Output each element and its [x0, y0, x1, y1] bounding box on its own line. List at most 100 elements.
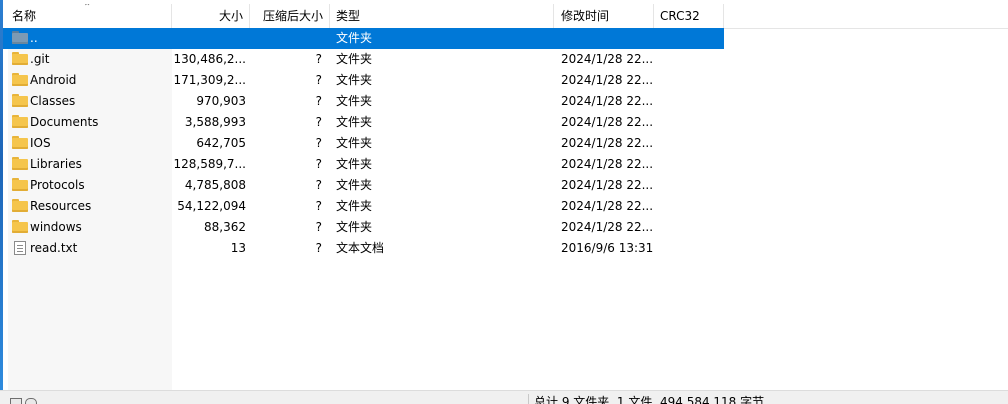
row-type: 文本文档: [336, 241, 385, 255]
row-name: Android: [30, 73, 77, 87]
column-packed-header[interactable]: 压缩后大小: [250, 4, 330, 28]
table-row[interactable]: Documents 3,588,993 ? 文件夹 2024/1/28 22..…: [3, 112, 724, 133]
row-modified: 2024/1/28 22...: [561, 220, 654, 234]
row-name: ..: [30, 31, 38, 45]
row-size: 13: [230, 241, 246, 255]
column-crc-header[interactable]: CRC32: [654, 4, 724, 28]
row-size: 171,309,2...: [173, 73, 246, 87]
row-name: .git: [30, 52, 50, 66]
table-row-parent[interactable]: .. 文件夹: [3, 28, 724, 49]
status-divider: [528, 394, 529, 404]
row-packed: ?: [315, 94, 322, 108]
row-name-cell: read.txt: [8, 238, 172, 259]
row-name-cell: Resources: [8, 196, 172, 217]
row-size: 970,903: [196, 94, 246, 108]
row-name: Libraries: [30, 157, 82, 171]
folder-icon: [12, 220, 28, 233]
column-type-header[interactable]: 类型: [330, 4, 554, 28]
row-packed: ?: [315, 241, 322, 255]
row-crc: [654, 49, 724, 70]
row-name: windows: [30, 220, 82, 234]
row-modified: 2024/1/28 22...: [561, 178, 654, 192]
row-name-cell: Libraries: [8, 154, 172, 175]
row-name: IOS: [30, 136, 51, 150]
status-lock-icon: [25, 398, 37, 404]
row-size: 54,122,094: [177, 199, 246, 213]
row-crc: [654, 91, 724, 112]
row-packed: ?: [315, 73, 322, 87]
row-size: 3,588,993: [184, 115, 246, 129]
column-header: 名称 ⌃ 大小 压缩后大小 类型 修改时间 CRC32: [3, 4, 1008, 29]
status-disk-icon: [10, 398, 22, 404]
table-row[interactable]: windows 88,362 ? 文件夹 2024/1/28 22...: [3, 217, 724, 238]
row-type: 文件夹: [336, 31, 373, 45]
file-list[interactable]: 名称 ⌃ 大小 压缩后大小 类型 修改时间 CRC32 .. 文件夹 .git …: [3, 4, 1008, 390]
sort-ascending-icon: ⌃: [83, 4, 92, 13]
table-row[interactable]: Android 171,309,2... ? 文件夹 2024/1/28 22.…: [3, 70, 724, 91]
column-packed-label: 压缩后大小: [262, 9, 323, 23]
row-modified: 2024/1/28 22...: [561, 94, 654, 108]
row-packed: ?: [315, 199, 322, 213]
table-row[interactable]: .git 130,486,2... ? 文件夹 2024/1/28 22...: [3, 49, 724, 70]
folder-up-icon: [12, 31, 28, 44]
row-packed: ?: [315, 52, 322, 66]
row-packed: ?: [315, 157, 322, 171]
folder-icon: [12, 94, 28, 107]
row-crc: [654, 133, 724, 154]
row-crc: [654, 70, 724, 91]
table-row[interactable]: Classes 970,903 ? 文件夹 2024/1/28 22...: [3, 91, 724, 112]
row-name: Documents: [30, 115, 99, 129]
folder-icon: [12, 115, 28, 128]
table-row[interactable]: read.txt 13 ? 文本文档 2016/9/6 13:31: [3, 238, 724, 259]
row-crc: [654, 196, 724, 217]
row-modified: 2024/1/28 22...: [561, 157, 654, 171]
row-crc: [654, 154, 724, 175]
column-type-label: 类型: [336, 9, 361, 23]
column-crc-label: CRC32: [660, 9, 700, 23]
column-size-label: 大小: [218, 9, 243, 23]
folder-icon: [12, 73, 28, 86]
column-name-header[interactable]: 名称 ⌃: [3, 4, 172, 28]
row-name-cell: Documents: [8, 112, 172, 133]
row-modified: [554, 28, 654, 49]
row-type: 文件夹: [336, 73, 373, 87]
folder-icon: [12, 199, 28, 212]
row-name: read.txt: [30, 241, 78, 255]
row-modified: 2024/1/28 22...: [561, 136, 654, 150]
row-modified: 2016/9/6 13:31: [561, 241, 654, 255]
column-modified-header[interactable]: 修改时间: [554, 4, 654, 28]
row-crc: [654, 175, 724, 196]
row-packed: ?: [315, 220, 322, 234]
table-row[interactable]: IOS 642,705 ? 文件夹 2024/1/28 22...: [3, 133, 724, 154]
row-type: 文件夹: [336, 52, 373, 66]
row-type: 文件夹: [336, 178, 373, 192]
row-type: 文件夹: [336, 94, 373, 108]
row-type: 文件夹: [336, 115, 373, 129]
row-name-cell: .git: [8, 49, 172, 70]
row-size: 130,486,2...: [173, 52, 246, 66]
row-size: 4,785,808: [184, 178, 246, 192]
row-name-cell: windows: [8, 217, 172, 238]
archive-window: 名称 ⌃ 大小 压缩后大小 类型 修改时间 CRC32 .. 文件夹 .git …: [0, 0, 1008, 404]
row-name: Protocols: [30, 178, 85, 192]
row-type: 文件夹: [336, 136, 373, 150]
table-row[interactable]: Resources 54,122,094 ? 文件夹 2024/1/28 22.…: [3, 196, 724, 217]
row-modified: 2024/1/28 22...: [561, 52, 654, 66]
column-size-header[interactable]: 大小: [172, 4, 250, 28]
row-crc: [654, 112, 724, 133]
row-type: 文件夹: [336, 157, 373, 171]
row-name: Resources: [30, 199, 92, 213]
row-packed: ?: [315, 115, 322, 129]
row-modified: 2024/1/28 22...: [561, 199, 654, 213]
row-name: Classes: [30, 94, 76, 108]
row-type: 文件夹: [336, 199, 373, 213]
row-type: 文件夹: [336, 220, 373, 234]
folder-icon: [12, 157, 28, 170]
row-size: 128,589,7...: [173, 157, 246, 171]
row-name-cell: IOS: [8, 133, 172, 154]
table-row[interactable]: Libraries 128,589,7... ? 文件夹 2024/1/28 2…: [3, 154, 724, 175]
row-modified: 2024/1/28 22...: [561, 115, 654, 129]
column-name-label: 名称: [12, 9, 37, 23]
table-row[interactable]: Protocols 4,785,808 ? 文件夹 2024/1/28 22..…: [3, 175, 724, 196]
row-modified: 2024/1/28 22...: [561, 73, 654, 87]
